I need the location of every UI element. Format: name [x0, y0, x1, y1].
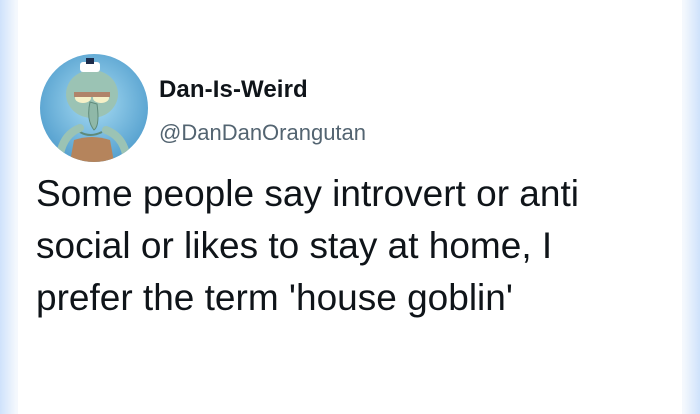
author-handle[interactable]: @DanDanOrangutan	[159, 120, 366, 146]
profile-avatar[interactable]	[40, 54, 148, 162]
squidward-avatar-icon	[40, 54, 148, 162]
tweet-text-line: prefer the term 'house goblin'	[36, 277, 513, 318]
tweet-text-line: social or likes to stay at home, I	[36, 225, 553, 266]
author-display-name[interactable]: Dan-Is-Weird	[159, 76, 308, 104]
tweet-card: Dan-Is-Weird @DanDanOrangutan Some peopl…	[18, 0, 682, 414]
tweet-text-line: Some people say introvert or anti	[36, 173, 579, 214]
screenshot-frame: Dan-Is-Weird @DanDanOrangutan Some peopl…	[0, 0, 700, 414]
tweet-text: Some people say introvert or anti social…	[36, 168, 676, 324]
